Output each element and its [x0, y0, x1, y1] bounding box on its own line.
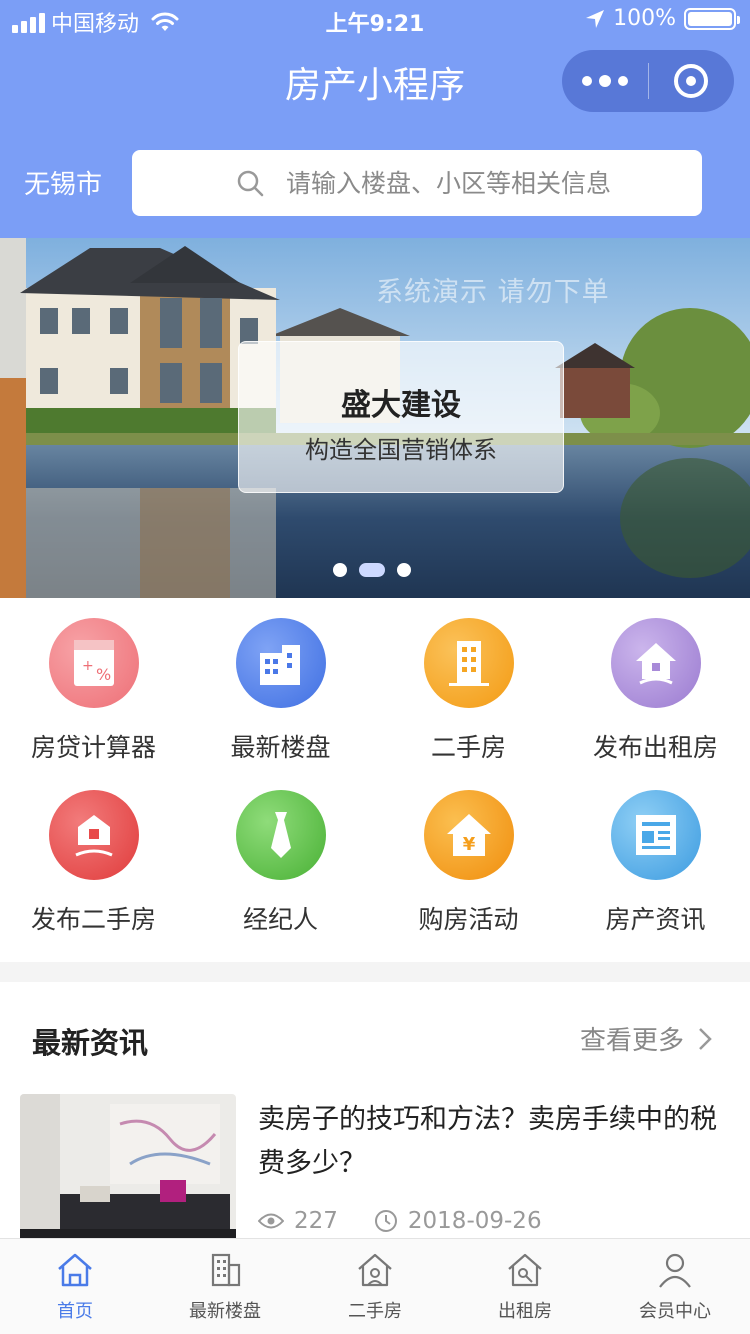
svg-text:%: %	[96, 665, 111, 684]
banner-carousel[interactable]: 系统演示 请勿下单 盛大建设 构造全国营销体系	[0, 238, 750, 598]
feature-publish-second-hand[interactable]: 发布二手房	[0, 788, 187, 948]
publish-date: 2018-09-26	[407, 1208, 542, 1234]
clock-icon	[374, 1210, 397, 1232]
feature-purchase-events[interactable]: ¥ 购房活动	[375, 788, 562, 948]
mini-program-capsule	[562, 50, 734, 112]
feature-label: 经纪人	[242, 905, 318, 934]
view-more-link[interactable]: 查看更多	[580, 1020, 712, 1057]
status-bar: 中国移动 上午9:21 100%	[0, 0, 750, 40]
news-thumbnail	[20, 1094, 236, 1244]
feature-publish-rental[interactable]: 发布出租房	[562, 616, 749, 776]
eye-icon	[258, 1213, 284, 1229]
user-icon	[659, 1253, 691, 1288]
sell-house-icon	[48, 790, 139, 880]
svg-text:+: +	[82, 658, 94, 674]
banner-caption-box: 盛大建设 构造全国营销体系	[238, 341, 564, 493]
news-list-item[interactable]: 卖房子的技巧和方法？卖房手续中的税费多少？ 227 2018-09-26	[20, 1094, 730, 1244]
tab-second-hand[interactable]: 二手房	[300, 1239, 450, 1334]
feature-second-hand[interactable]: 二手房	[375, 616, 562, 776]
more-options-icon[interactable]	[562, 50, 648, 112]
feature-agents[interactable]: 经纪人	[187, 788, 374, 948]
tab-label: 二手房	[348, 1301, 402, 1322]
news-section-title: 最新资讯	[32, 1026, 149, 1060]
building-icon	[211, 1253, 241, 1287]
tie-icon	[235, 790, 326, 880]
feature-label: 购房活动	[418, 905, 519, 934]
feature-label: 房贷计算器	[30, 733, 156, 762]
carousel-dot[interactable]	[397, 563, 411, 577]
tab-label: 最新楼盘	[189, 1301, 261, 1322]
home-icon	[58, 1253, 92, 1287]
battery-percent: 100%	[613, 6, 676, 31]
view-more-label: 查看更多	[579, 1026, 684, 1056]
feature-label: 发布二手房	[30, 905, 156, 934]
section-divider	[0, 962, 750, 982]
feature-new-listings[interactable]: 最新楼盘	[187, 616, 374, 776]
tab-new-listings[interactable]: 最新楼盘	[150, 1239, 300, 1334]
banner-subtitle: 构造全国营销体系	[305, 436, 497, 464]
location-arrow-icon	[586, 9, 605, 28]
feature-label: 二手房	[430, 733, 506, 762]
tab-rental[interactable]: 出租房	[450, 1239, 600, 1334]
close-mini-program-icon[interactable]	[649, 50, 735, 112]
carousel-dot[interactable]	[333, 563, 347, 577]
header: 中国移动 上午9:21 100% 房产小程序 无锡市	[0, 0, 750, 238]
rent-icon	[508, 1253, 542, 1287]
news-icon	[610, 790, 701, 880]
tab-label: 出租房	[498, 1301, 552, 1322]
feature-mortgage-calculator[interactable]: +% 房贷计算器	[0, 616, 187, 776]
news-section-header: 最新资讯 查看更多	[0, 982, 750, 1082]
feature-property-news[interactable]: 房产资讯	[562, 788, 749, 948]
city-selector[interactable]: 无锡市	[24, 164, 102, 201]
yuan-house-icon: ¥	[423, 790, 514, 880]
rent-house-icon	[610, 618, 701, 708]
search-input[interactable]	[286, 168, 686, 198]
search-icon	[237, 170, 264, 197]
app-page: 中国移动 上午9:21 100% 房产小程序 无锡市 请输入楼盘、小区等相关信息…	[0, 0, 750, 1334]
battery-icon	[684, 7, 740, 30]
banner-headline: 盛大建设	[341, 388, 461, 423]
news-item-title: 卖房子的技巧和方法？卖房手续中的税费多少？	[258, 1104, 717, 1179]
building-icon	[235, 618, 326, 708]
tab-home[interactable]: 首页	[0, 1239, 150, 1334]
feature-label: 房产资讯	[605, 905, 706, 934]
calculator-icon: +%	[48, 618, 139, 708]
carousel-dot-active[interactable]	[359, 563, 385, 577]
tab-label: 首页	[57, 1301, 93, 1322]
carousel-indicator	[333, 563, 411, 577]
tab-member-center[interactable]: 会员中心	[600, 1239, 750, 1334]
feature-label: 最新楼盘	[230, 733, 331, 762]
chevron-right-icon	[699, 1027, 712, 1050]
feature-label: 发布出租房	[592, 733, 718, 762]
view-count: 227	[294, 1208, 338, 1234]
tab-label: 会员中心	[639, 1301, 711, 1322]
banner-watermark: 系统演示 请勿下单	[376, 277, 610, 308]
svg-text:¥: ¥	[462, 834, 475, 855]
apartment-icon	[423, 618, 514, 708]
bottom-tab-bar: 首页 最新楼盘 二手房 出租房 会员中心	[0, 1238, 750, 1334]
search-bar[interactable]	[132, 150, 702, 216]
house-icon	[358, 1253, 392, 1287]
news-item-meta: 227 2018-09-26	[258, 1208, 542, 1234]
